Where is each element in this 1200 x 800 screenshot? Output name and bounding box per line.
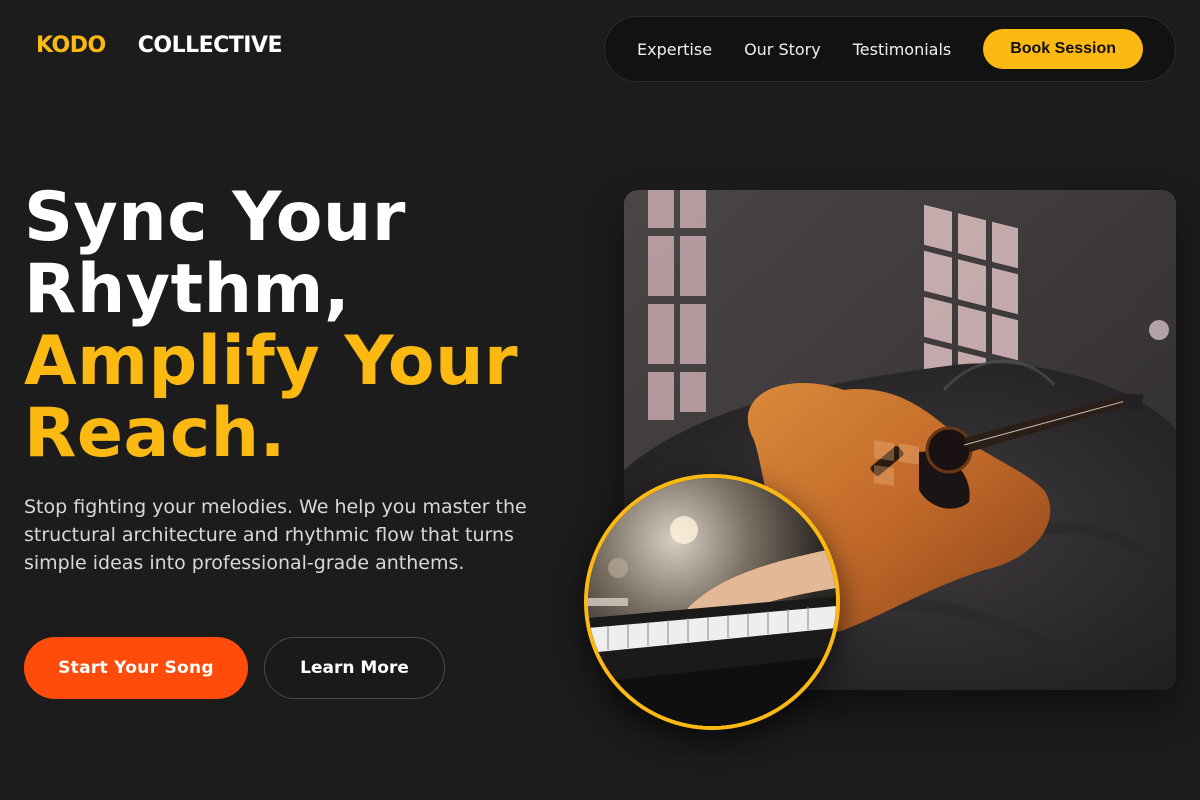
- brand-logo-part1: KODO: [36, 33, 106, 58]
- keyboard-photo: [584, 474, 840, 730]
- nav-link-testimonials[interactable]: Testimonials: [853, 40, 952, 59]
- headline-line-4: Reach.: [24, 394, 286, 473]
- headline-line-3: Amplify Your: [24, 322, 519, 401]
- hero-subtitle: Stop fighting your melodies. We help you…: [24, 496, 527, 574]
- brand-logo-part2: COLLECTIVE: [137, 33, 283, 58]
- keyboard-photo-illustration: [588, 478, 836, 726]
- hero-headline: Sync Your Rhythm, Amplify Your Reach.: [24, 182, 518, 470]
- nav-link-expertise[interactable]: Expertise: [637, 40, 712, 59]
- headline-line-2: Rhythm,: [24, 250, 351, 329]
- book-session-button[interactable]: Book Session: [983, 29, 1143, 69]
- start-your-song-button[interactable]: Start Your Song: [24, 637, 248, 699]
- headline-line-1: Sync Your: [24, 178, 406, 257]
- nav-link-our-story[interactable]: Our Story: [744, 40, 821, 59]
- top-nav: Expertise Our Story Testimonials Book Se…: [604, 16, 1176, 82]
- learn-more-button[interactable]: Learn More: [264, 637, 445, 699]
- brand-logo[interactable]: KODO COLLECTIVE: [36, 33, 283, 58]
